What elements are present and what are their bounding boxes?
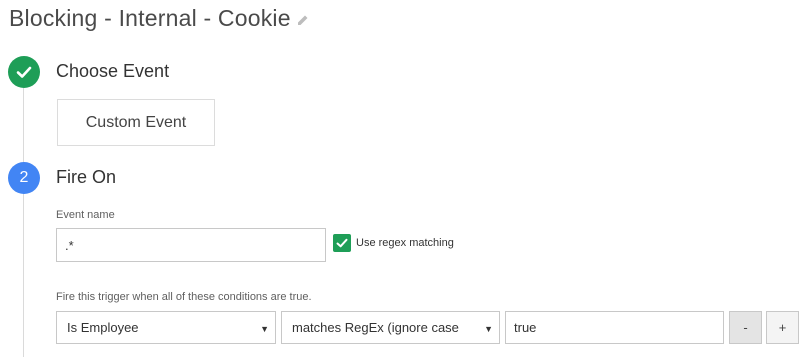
step-label-fire-on: Fire On [56,167,117,187]
condition-variable-select[interactable]: Is Employee ▼ [56,311,276,344]
pencil-icon[interactable] [297,13,309,25]
step-complete-badge [8,56,40,88]
caret-down-icon: ▼ [484,324,493,334]
event-type-label: Custom Event [85,113,187,131]
caret-down-icon: ▼ [260,324,269,334]
regex-checkbox[interactable] [333,234,351,252]
title-row: Blocking - Internal - Cookie [9,5,309,32]
page-title[interactable]: Blocking - Internal - Cookie [9,5,291,32]
conditions-label: Fire this trigger when all of these cond… [56,291,312,303]
event-name-input[interactable]: .* [56,228,326,262]
step-timeline [23,88,24,357]
step-label-choose-event: Choose Event [56,61,170,81]
add-condition-button[interactable]: + [766,311,799,344]
condition-value-input[interactable]: true [505,311,724,344]
condition-variable-value: Is Employee [67,320,139,335]
remove-condition-button[interactable]: - [729,311,762,344]
condition-operator-select[interactable]: matches RegEx (ignore case ▼ [281,311,500,344]
condition-operator-value: matches RegEx (ignore case [292,320,459,335]
checkmark-icon [16,66,32,78]
step-number-badge: 2 [8,162,40,194]
event-name-label: Event name [56,209,115,221]
regex-checkbox-label[interactable]: Use regex matching [356,237,454,249]
checkmark-icon [336,238,348,248]
custom-event-card[interactable]: Custom Event [57,99,215,146]
condition-value-text: true [514,320,537,335]
event-name-value: .* [65,237,74,253]
